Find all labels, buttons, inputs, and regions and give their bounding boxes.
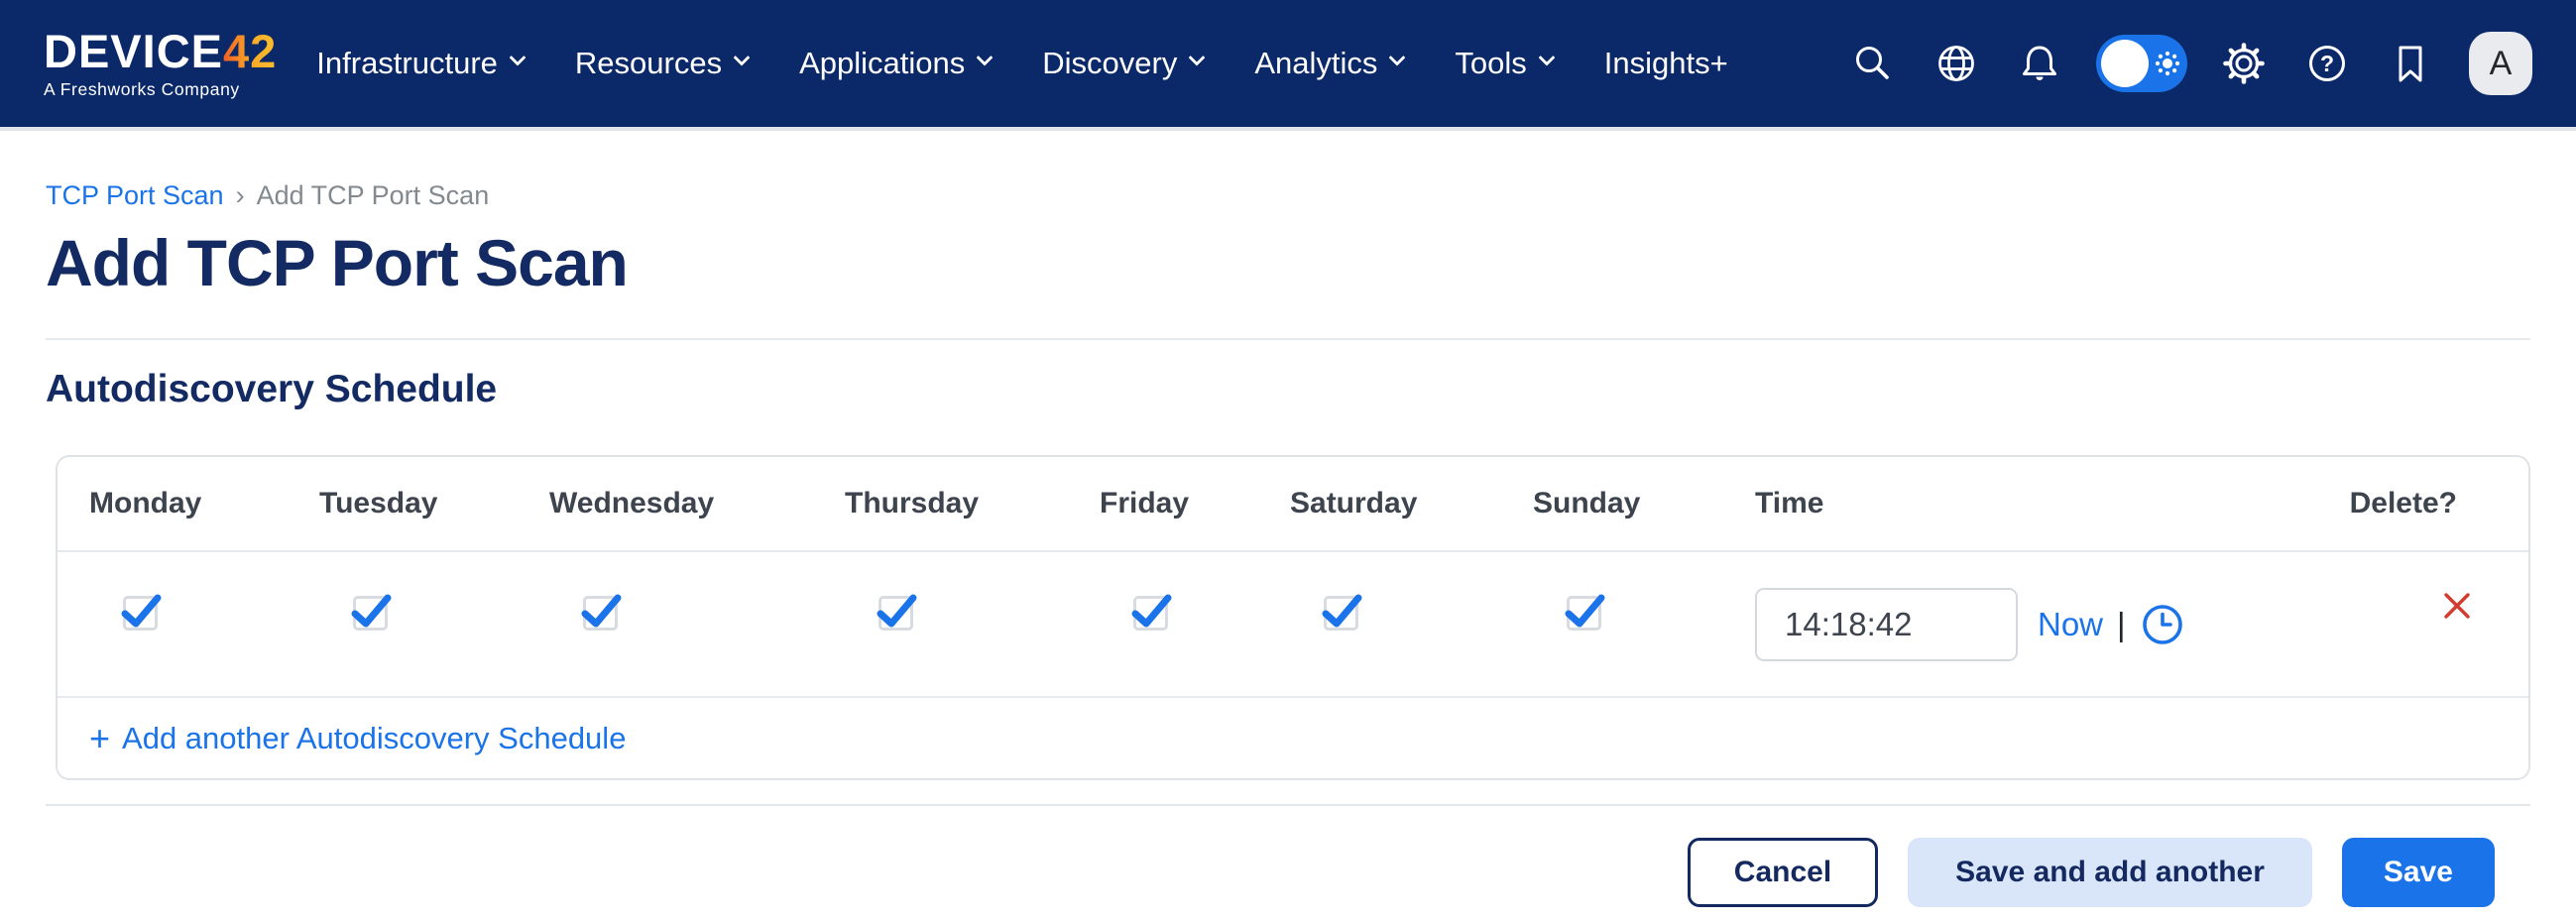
breadcrumb: TCP Port Scan › Add TCP Port Scan (46, 180, 2530, 211)
search-icon (1851, 42, 1895, 85)
column-header-saturday: Saturday (1258, 457, 1501, 551)
menu-insights[interactable]: Insights+ (1604, 46, 1728, 81)
language-button[interactable] (1926, 33, 1987, 94)
cancel-button[interactable]: Cancel (1688, 838, 1878, 907)
menu-tools[interactable]: Tools (1455, 46, 1552, 81)
brand-accent: 42 (223, 25, 277, 77)
checkbox-tuesday[interactable] (353, 596, 388, 631)
column-header-wednesday: Wednesday (518, 457, 813, 551)
chevron-down-icon (1189, 50, 1206, 66)
checkbox-monday[interactable] (123, 596, 158, 631)
footer-divider (46, 804, 2530, 806)
now-link[interactable]: Now (2038, 606, 2103, 643)
notifications-button[interactable] (2009, 33, 2070, 94)
menu-discovery[interactable]: Discovery (1042, 46, 1203, 81)
clock-icon (2140, 602, 2185, 647)
column-header-friday: Friday (1068, 457, 1258, 551)
user-avatar[interactable]: A (2469, 32, 2532, 95)
menu-resources[interactable]: Resources (575, 46, 748, 81)
checkmark-icon (1129, 590, 1175, 635)
globe-icon (1933, 41, 1979, 86)
theme-toggle[interactable] (2096, 35, 2187, 92)
column-header-thursday: Thursday (813, 457, 1068, 551)
settings-button[interactable] (2213, 33, 2275, 94)
bookmark-button[interactable] (2380, 33, 2441, 94)
schedule-row: Now | (58, 551, 2530, 697)
column-header-time: Time (1723, 457, 2279, 551)
add-schedule-link[interactable]: + Add another Autodiscovery Schedule (89, 718, 626, 759)
checkmark-icon (119, 590, 165, 635)
chevron-down-icon (1389, 50, 1406, 66)
checkbox-friday[interactable] (1133, 596, 1168, 631)
pipe-separator: | (2117, 606, 2126, 643)
gear-icon (2220, 40, 2268, 87)
main-menu: Infrastructure Resources Applications Di… (316, 46, 1727, 81)
brand-logo[interactable]: DEVICE42 A Freshworks Company (44, 28, 277, 99)
chevron-down-icon (1538, 50, 1555, 66)
chevron-down-icon (509, 50, 526, 66)
sun-icon (2155, 51, 2180, 76)
navbar-actions: ? A (1842, 32, 2532, 95)
column-header-delete: Delete? (2279, 457, 2530, 551)
plus-icon: + (89, 718, 110, 759)
breadcrumb-link[interactable]: TCP Port Scan (46, 180, 224, 211)
checkbox-thursday[interactable] (878, 596, 913, 631)
column-header-tuesday: Tuesday (288, 457, 518, 551)
column-header-sunday: Sunday (1501, 457, 1723, 551)
checkmark-icon (1320, 590, 1365, 635)
menu-applications[interactable]: Applications (799, 46, 991, 81)
delete-x-icon (2441, 590, 2473, 622)
save-and-add-another-button[interactable]: Save and add another (1908, 838, 2312, 907)
time-picker-button[interactable] (2140, 602, 2185, 647)
chevron-down-icon (977, 50, 994, 66)
autodiscovery-schedule-table: Monday Tuesday Wednesday Thursday Friday… (56, 455, 2530, 780)
svg-text:?: ? (2320, 51, 2334, 76)
checkbox-wednesday[interactable] (583, 596, 618, 631)
column-header-monday: Monday (58, 457, 288, 551)
checkmark-icon (875, 590, 920, 635)
checkbox-saturday[interactable] (1324, 596, 1358, 631)
divider (46, 338, 2530, 340)
menu-analytics[interactable]: Analytics (1254, 46, 1403, 81)
brand-name: DEVICE42 (44, 28, 277, 74)
bookmark-icon (2389, 42, 2432, 85)
delete-row-button[interactable] (2441, 590, 2473, 625)
page-content: TCP Port Scan › Add TCP Port Scan Add TC… (0, 180, 2576, 907)
checkmark-icon (579, 590, 625, 635)
page-title: Add TCP Port Scan (46, 225, 2530, 300)
time-input[interactable] (1755, 588, 2018, 661)
section-heading: Autodiscovery Schedule (46, 368, 2530, 411)
time-cell: Now | (1755, 588, 2279, 661)
table-header-row: Monday Tuesday Wednesday Thursday Friday… (58, 457, 2530, 551)
save-button[interactable]: Save (2342, 838, 2495, 907)
breadcrumb-current: Add TCP Port Scan (257, 180, 490, 211)
breadcrumb-separator: › (236, 180, 245, 211)
bell-icon (2017, 41, 2062, 86)
search-button[interactable] (1842, 33, 1904, 94)
brand-subtitle: A Freshworks Company (44, 81, 277, 99)
menu-infrastructure[interactable]: Infrastructure (316, 46, 524, 81)
checkmark-icon (1563, 590, 1608, 635)
add-schedule-row: + Add another Autodiscovery Schedule (58, 697, 2530, 778)
top-navbar: DEVICE42 A Freshworks Company Infrastruc… (0, 0, 2576, 131)
checkmark-icon (349, 590, 395, 635)
chevron-down-icon (734, 50, 751, 66)
help-icon: ? (2304, 41, 2350, 86)
footer-actions: Cancel Save and add another Save (46, 838, 2530, 907)
checkbox-sunday[interactable] (1567, 596, 1601, 631)
toggle-knob-icon (2101, 40, 2149, 87)
help-button[interactable]: ? (2296, 33, 2358, 94)
